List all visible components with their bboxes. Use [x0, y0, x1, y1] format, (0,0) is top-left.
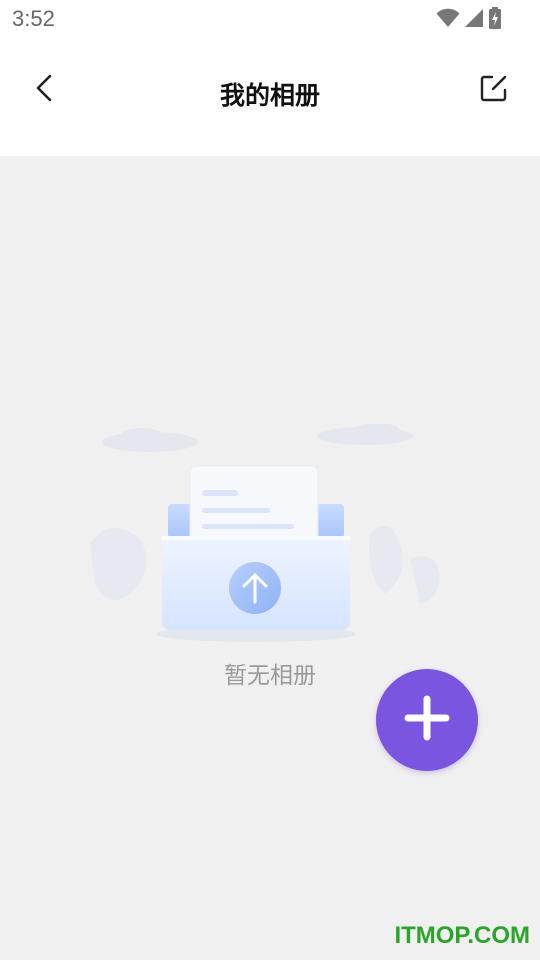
status-bar: 3:52 — [0, 0, 540, 40]
battery-charging-icon — [488, 7, 502, 33]
album-content: 暂无相册 — [0, 156, 540, 960]
edit-icon — [479, 73, 509, 107]
watermark-text: ITMOP.COM — [394, 922, 530, 949]
add-album-button[interactable] — [376, 669, 478, 771]
app-header: 我的相册 — [0, 40, 540, 156]
status-icons — [436, 7, 502, 33]
page-title: 我的相册 — [219, 81, 320, 110]
cellular-signal-icon — [464, 8, 484, 32]
wifi-icon — [436, 8, 460, 32]
edit-button[interactable] — [472, 66, 516, 114]
album-screen: 3:52 我的相册 暂无相册 ITMOP.COM — [0, 0, 540, 960]
plus-icon — [404, 695, 450, 745]
empty-folder-upload-illustration — [80, 423, 460, 654]
status-time: 3:52 — [12, 6, 55, 31]
